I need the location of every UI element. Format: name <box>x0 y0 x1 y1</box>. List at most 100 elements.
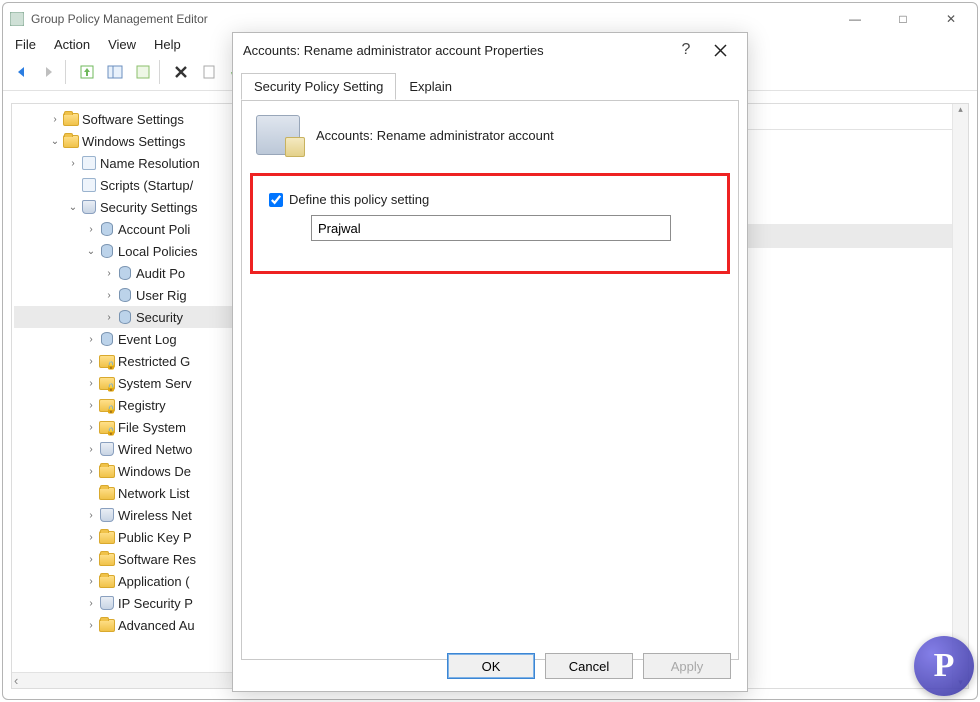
maximize-button[interactable]: □ <box>893 9 913 29</box>
chevron-icon[interactable]: › <box>86 532 96 543</box>
watermark-logo: P <box>914 636 974 696</box>
tree-label: Event Log <box>118 332 177 347</box>
separator <box>65 60 71 84</box>
delete-button[interactable] <box>169 60 193 84</box>
cancel-button[interactable]: Cancel <box>545 653 633 679</box>
tree-label: File System <box>118 420 186 435</box>
chevron-icon[interactable]: › <box>86 378 96 389</box>
menu-action[interactable]: Action <box>54 37 90 52</box>
help-button[interactable]: ? <box>669 41 703 59</box>
db-icon <box>116 310 134 324</box>
highlight-box: Define this policy setting <box>250 173 730 274</box>
define-policy-checkbox-row[interactable]: Define this policy setting <box>269 192 711 207</box>
chevron-icon[interactable]: › <box>86 356 96 367</box>
up-button[interactable] <box>75 60 99 84</box>
menu-help[interactable]: Help <box>154 37 181 52</box>
properties-dialog: Accounts: Rename administrator account P… <box>232 32 748 692</box>
dialog-titlebar: Accounts: Rename administrator account P… <box>233 33 747 67</box>
shield-icon <box>80 200 98 214</box>
chevron-icon[interactable]: › <box>86 510 96 521</box>
tab-security-policy-setting[interactable]: Security Policy Setting <box>241 73 396 100</box>
tree-label: Registry <box>118 398 166 413</box>
vertical-scrollbar[interactable] <box>952 104 968 688</box>
dialog-tabs: Security Policy Setting Explain <box>233 73 747 100</box>
tree-label: Application ( <box>118 574 190 589</box>
folder-icon <box>98 531 116 544</box>
tree-label: System Serv <box>118 376 192 391</box>
apply-button[interactable]: Apply <box>643 653 731 679</box>
flock-icon <box>98 399 116 412</box>
chevron-icon[interactable]: › <box>86 334 96 345</box>
tree-label: Wireless Net <box>118 508 192 523</box>
db-icon <box>98 222 116 236</box>
tree-label: Restricted G <box>118 354 190 369</box>
shield-icon <box>98 442 116 456</box>
db-icon <box>98 332 116 346</box>
tree-label: Advanced Au <box>118 618 195 633</box>
tree-label: Security Settings <box>100 200 198 215</box>
folder-icon <box>98 619 116 632</box>
folder-icon <box>62 113 80 126</box>
tree-label: Software Settings <box>82 112 184 127</box>
chevron-icon[interactable]: › <box>104 312 114 323</box>
ok-button[interactable]: OK <box>447 653 535 679</box>
tree-label: Audit Po <box>136 266 185 281</box>
db-icon <box>116 288 134 302</box>
dialog-close-button[interactable] <box>703 44 737 57</box>
chevron-icon[interactable]: › <box>86 422 96 433</box>
tree-label: Windows Settings <box>82 134 185 149</box>
define-policy-checkbox[interactable] <box>269 193 283 207</box>
tree-label: Windows De <box>118 464 191 479</box>
separator <box>159 60 165 84</box>
policy-value-input[interactable] <box>311 215 671 241</box>
chevron-icon[interactable]: › <box>104 290 114 301</box>
chevron-icon[interactable]: ⌄ <box>50 136 60 147</box>
back-button[interactable] <box>9 60 33 84</box>
minimize-button[interactable]: — <box>845 9 865 29</box>
chevron-icon[interactable]: › <box>104 268 114 279</box>
show-hide-tree-button[interactable] <box>103 60 127 84</box>
flock-icon <box>98 355 116 368</box>
shield-icon <box>98 596 116 610</box>
menu-view[interactable]: View <box>108 37 136 52</box>
tree-label: Name Resolution <box>100 156 200 171</box>
flock-icon <box>98 377 116 390</box>
properties-button[interactable] <box>131 60 155 84</box>
tree-label: Local Policies <box>118 244 198 259</box>
db-icon <box>98 244 116 258</box>
folder-icon <box>98 553 116 566</box>
chevron-icon[interactable]: › <box>86 224 96 235</box>
chevron-icon[interactable]: › <box>86 400 96 411</box>
chevron-icon[interactable]: ⌄ <box>86 246 96 257</box>
folder-icon <box>98 487 116 500</box>
chevron-icon[interactable]: › <box>50 114 60 125</box>
forward-button[interactable] <box>37 60 61 84</box>
tree-label: Public Key P <box>118 530 192 545</box>
menu-file[interactable]: File <box>15 37 36 52</box>
policy-icon <box>256 115 300 155</box>
chevron-icon[interactable]: › <box>68 158 78 169</box>
chevron-icon[interactable]: › <box>86 576 96 587</box>
chevron-icon[interactable]: › <box>86 554 96 565</box>
window-title: Group Policy Management Editor <box>31 12 845 26</box>
chevron-icon[interactable]: › <box>86 598 96 609</box>
titlebar: Group Policy Management Editor — □ ✕ <box>3 3 977 35</box>
tree-label: Scripts (Startup/ <box>100 178 193 193</box>
tree-label: Software Res <box>118 552 196 567</box>
chevron-icon[interactable]: ⌄ <box>68 202 78 213</box>
export-button[interactable] <box>197 60 221 84</box>
tab-explain[interactable]: Explain <box>396 73 465 100</box>
scroll-icon <box>80 178 98 192</box>
chevron-icon[interactable]: › <box>86 620 96 631</box>
folder-icon <box>62 135 80 148</box>
db-icon <box>116 266 134 280</box>
app-icon <box>9 11 25 27</box>
tree-label: IP Security P <box>118 596 193 611</box>
tree-label: Security <box>136 310 183 325</box>
folder-icon <box>98 465 116 478</box>
chevron-icon[interactable]: › <box>86 444 96 455</box>
close-button[interactable]: ✕ <box>941 9 961 29</box>
tab-page: Accounts: Rename administrator account D… <box>241 100 739 660</box>
chevron-icon[interactable]: › <box>86 466 96 477</box>
flock-icon <box>98 421 116 434</box>
